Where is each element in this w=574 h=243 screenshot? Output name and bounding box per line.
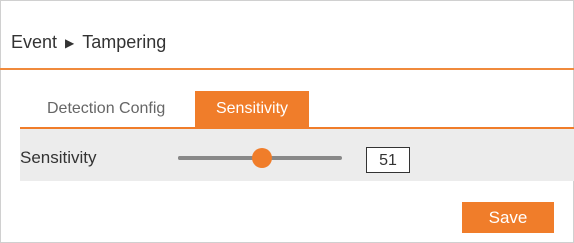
tab-detection-config[interactable]: Detection Config [36,91,195,127]
sensitivity-label: Sensitivity [20,148,97,167]
tab-sensitivity[interactable]: Sensitivity [195,91,309,127]
breadcrumb-parent[interactable]: Event [11,32,57,53]
breadcrumb-current: Tampering [82,32,167,52]
slider-thumb[interactable] [252,148,272,168]
slider-fill [178,156,262,160]
breadcrumb-arrow-icon: ▶ [65,35,75,50]
header-divider [0,68,574,70]
sensitivity-slider[interactable] [178,148,342,168]
save-button[interactable]: Save [462,202,554,233]
tab-bar: Detection Config Sensitivity [36,91,309,127]
breadcrumb: Event ▶ Tampering [11,32,166,53]
sensitivity-value-input[interactable]: 51 [366,147,410,173]
